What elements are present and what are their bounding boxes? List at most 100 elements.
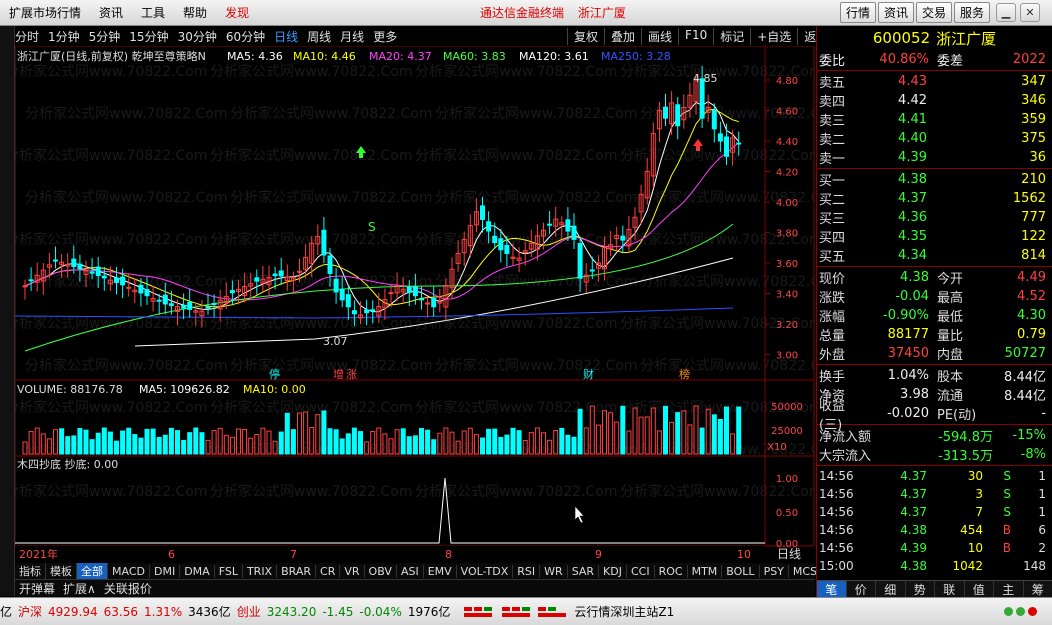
right-tab-3[interactable]: 势: [906, 581, 935, 598]
order-level: 卖三 4.41 359: [819, 112, 1046, 129]
period-tab-daily[interactable]: 日线: [274, 28, 298, 45]
period-tab-fenshi[interactable]: 分时: [15, 28, 39, 45]
indicator-tab-6[interactable]: FSL: [215, 564, 243, 578]
period-tab-15min[interactable]: 15分钟: [129, 28, 168, 45]
indicator-tab-9[interactable]: CR: [316, 564, 341, 578]
period-label: 日线: [777, 547, 801, 561]
indicator-tab-21[interactable]: MTM: [688, 564, 723, 578]
candle-body: [480, 205, 485, 220]
indicator-tab-1[interactable]: 模板: [46, 563, 77, 579]
candle-body: [565, 219, 571, 232]
indicator-tab-4[interactable]: DMI: [150, 564, 181, 578]
tool-add-watch[interactable]: +自选: [750, 27, 797, 45]
right-tab-4[interactable]: 联: [935, 581, 965, 598]
indicator-tab-15[interactable]: RSI: [513, 564, 541, 578]
left-collapse-strip[interactable]: [0, 26, 15, 596]
period-tab-more[interactable]: 更多: [373, 28, 397, 45]
event-mark-halt[interactable]: 停: [269, 367, 280, 381]
quote-row: 外盘 37450 内盘 50727: [819, 346, 1046, 363]
right-tab-0[interactable]: 笔: [817, 581, 847, 598]
menu-news[interactable]: 资讯: [90, 4, 132, 21]
period-tab-weekly[interactable]: 周线: [307, 28, 331, 45]
indicator-tab-18[interactable]: KDJ: [599, 564, 627, 578]
tool-overlay[interactable]: 叠加: [604, 27, 641, 45]
order-ratio: 40.86%: [879, 52, 929, 67]
candle-body: [77, 263, 83, 270]
period-tab-monthly[interactable]: 月线: [340, 28, 364, 45]
price-tick-label: 3.20: [776, 320, 798, 331]
period-tab-30min[interactable]: 30分钟: [178, 28, 217, 45]
date-axis-bg: [15, 546, 765, 563]
volume-bar: [339, 438, 345, 455]
indicator-tab-12[interactable]: ASI: [397, 564, 424, 578]
indicator-tab-22[interactable]: BOLL: [722, 564, 760, 578]
indicator-tab-10[interactable]: VR: [340, 564, 365, 578]
watermark-text: 分析家公式网www.70822.Com: [15, 63, 207, 80]
period-tab-1min[interactable]: 1分钟: [48, 28, 80, 45]
indicator-tab-23[interactable]: PSY: [760, 564, 789, 578]
kline-chart[interactable]: 分析家公式网www.70822.Com 分析家公式网www.70822.Com 分析…: [15, 46, 815, 566]
indicator-tab-13[interactable]: EMV: [424, 564, 457, 578]
server-name[interactable]: 云行情深圳主站Z1: [574, 603, 674, 620]
indicator-tab-3[interactable]: MACD: [108, 564, 150, 578]
candle-body: [144, 289, 150, 297]
volume-bar: [351, 427, 357, 455]
volume-bar: [199, 432, 205, 455]
indicator-tab-11[interactable]: OBV: [365, 564, 397, 578]
close-icon[interactable]: ✕: [1020, 3, 1040, 22]
quote-stats: 现价 4.38 今开 4.49 涨跌 -0.04 最高 4.52 涨幅 -0.90% 最低 4.30 总…: [817, 268, 1052, 363]
indicator-tab-5[interactable]: DMA: [180, 564, 215, 578]
event-mark-list[interactable]: 榜: [679, 367, 690, 381]
tool-f10[interactable]: F10: [678, 27, 713, 45]
order-diff: 2022: [1012, 52, 1046, 67]
tool-mark[interactable]: 标记: [713, 27, 750, 45]
right-tab-5[interactable]: 值: [965, 581, 994, 598]
menu-help[interactable]: 帮助: [174, 4, 216, 21]
volume-legend: VOLUME: 88176.78: [17, 383, 123, 396]
tool-fuquan[interactable]: 复权: [567, 27, 604, 45]
indicator-tab-2[interactable]: 全部: [77, 563, 108, 579]
candle-body: [211, 303, 217, 306]
indicator-tab-17[interactable]: SAR: [568, 564, 600, 578]
right-tab-2[interactable]: 细: [876, 581, 906, 598]
nav-service-button[interactable]: 服务: [953, 2, 990, 23]
related-quote-toggle[interactable]: 关联报价: [100, 580, 156, 597]
order-ratio-row: 委比 40.86% 委差 2022: [817, 50, 1052, 69]
order-level: 卖五 4.43 347: [819, 74, 1046, 91]
right-tab-7[interactable]: 筹: [1024, 581, 1052, 598]
menu-ext-market[interactable]: 扩展市场行情: [0, 4, 90, 21]
volume-bar: [327, 428, 333, 455]
nav-trade-button[interactable]: 交易: [915, 2, 952, 23]
indicator-tab-19[interactable]: CCI: [627, 564, 655, 578]
event-mark-add[interactable]: 增: [333, 367, 344, 381]
period-tab-60min[interactable]: 60分钟: [226, 28, 265, 45]
indicator-tab-16[interactable]: WR: [540, 564, 568, 578]
indicator-tab-14[interactable]: VOL-TDX: [457, 564, 514, 578]
event-mark-finance[interactable]: 财: [583, 367, 594, 381]
indicator-tab-20[interactable]: ROC: [655, 564, 688, 578]
status-cy-label[interactable]: 创业: [237, 603, 261, 620]
watermark-text: 分析家公式网www.70822.Com: [415, 231, 617, 248]
volume-bar: [321, 410, 327, 455]
indicator-tab-7[interactable]: TRIX: [243, 564, 278, 578]
status-sh-label[interactable]: 沪深: [18, 603, 42, 620]
extend-toggle[interactable]: 扩展∧: [59, 580, 100, 597]
nav-news-button[interactable]: 资讯: [877, 2, 914, 23]
sub-tick-label: 1.00: [776, 474, 798, 485]
right-tab-6[interactable]: 主: [994, 581, 1024, 598]
date-axis-month-9: 9: [595, 548, 602, 561]
menu-tools[interactable]: 工具: [132, 4, 174, 21]
event-mark-limit[interactable]: 涨: [346, 368, 357, 381]
right-tab-1[interactable]: 价: [847, 581, 876, 598]
tool-draw[interactable]: 画线: [641, 27, 678, 45]
nav-quote-button[interactable]: 行情: [839, 2, 876, 23]
minimize-icon[interactable]: ▁: [996, 3, 1016, 22]
bullet-screen-toggle[interactable]: 开弹幕: [15, 580, 59, 597]
volume-bar: [724, 406, 729, 455]
period-tab-5min[interactable]: 5分钟: [89, 28, 121, 45]
menu-discover[interactable]: 发现: [216, 4, 258, 21]
indicator-tab-0[interactable]: 指标: [15, 563, 46, 579]
watermark-text: 分析家公式网www.70822.Com: [25, 357, 227, 374]
candle-body: [351, 310, 357, 315]
indicator-tab-8[interactable]: BRAR: [277, 564, 317, 578]
